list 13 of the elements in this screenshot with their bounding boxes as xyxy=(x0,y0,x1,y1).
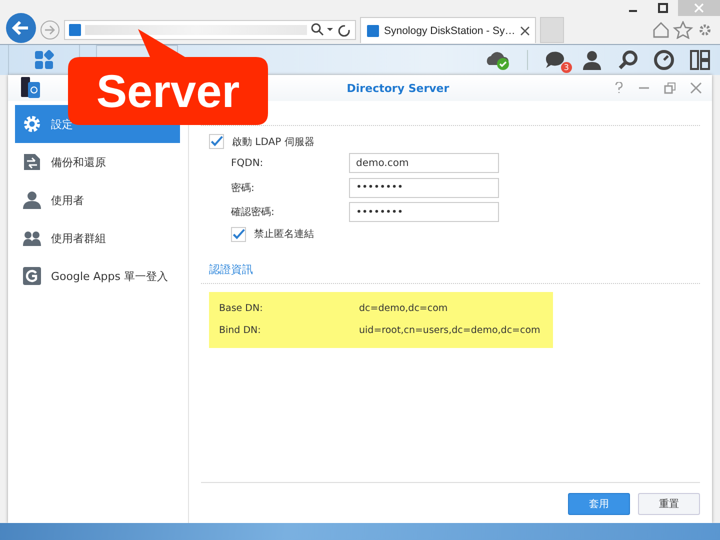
field-label: FQDN: xyxy=(231,158,264,169)
field-label: 確認密碼: xyxy=(231,206,276,220)
tab-title: Synology DiskStation - Sy… xyxy=(384,24,516,36)
checkbox-label: 禁止匿名連結 xyxy=(254,228,314,241)
field-label: 密碼: xyxy=(231,182,256,195)
info-label: Bind DN: xyxy=(219,325,262,336)
info-value: dc=demo,dc=com xyxy=(359,302,448,314)
info-value: uid=root,cn=users,dc=demo,dc=com xyxy=(359,325,540,336)
section-title: 認證資訊 xyxy=(209,262,254,276)
checkbox-label: 啟動 LDAP 伺服器 xyxy=(232,136,314,148)
notification-badge: 3 xyxy=(560,62,572,73)
window-title: Directory Server xyxy=(346,82,450,94)
info-label: Base DN: xyxy=(219,302,264,314)
